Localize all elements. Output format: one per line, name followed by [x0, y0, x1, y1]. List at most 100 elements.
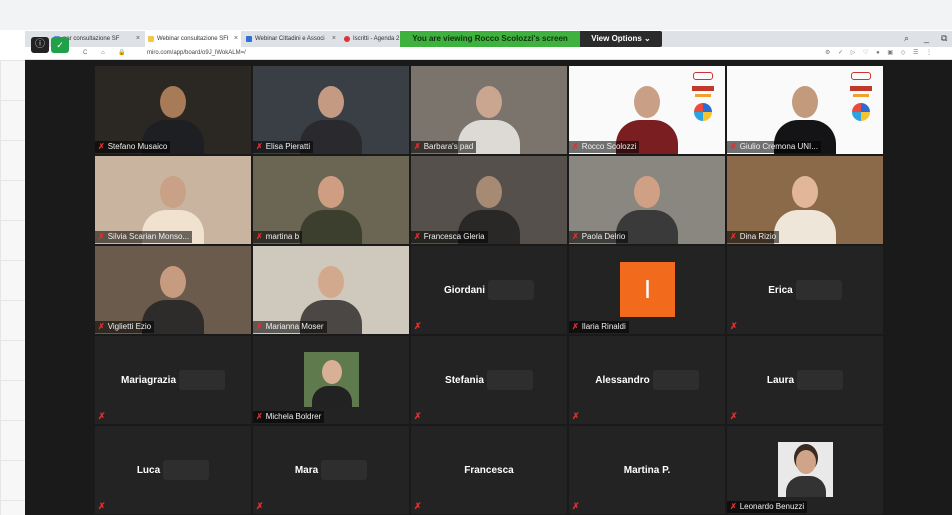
tab-label: Webinar consultazione SFI: [157, 36, 229, 42]
participant-tile[interactable]: Mara ✗: [253, 426, 409, 514]
mic-muted-icon: ✗: [98, 232, 105, 241]
url-text[interactable]: miro.com/app/board/o9J_lWokALM=/: [147, 47, 246, 59]
participant-name-tag: ✗ Dina Rizio: [727, 231, 780, 243]
participant-name: Stefania: [445, 374, 484, 386]
participant-name: Barbara's pad: [423, 142, 474, 151]
mic-muted-icon: ✗: [98, 322, 105, 331]
restore-icon[interactable]: ⧉: [941, 33, 947, 44]
participant-tile[interactable]: Giordani ✗: [411, 246, 567, 334]
avatar: I: [620, 262, 675, 317]
face: [792, 86, 818, 118]
participant-display-name: Mariagrazia: [95, 336, 251, 424]
participant-tile[interactable]: ✗ Viglietti Ezio: [95, 246, 251, 334]
mic-muted-icon: ✗: [730, 411, 738, 421]
tab-favicon: [344, 36, 350, 42]
avatar: [778, 442, 833, 497]
participant-display-name: Stefania: [411, 336, 567, 424]
participant-tile[interactable]: ✗ Francesca Gleria: [411, 156, 567, 244]
participant-name-tag: ✗ Marianna Moser: [253, 321, 327, 333]
torso: [312, 386, 352, 407]
participant-display-name: Alessandro: [569, 336, 725, 424]
desktop-top-area: [0, 0, 952, 30]
participant-name-tag: ✗ Francesca Gleria: [411, 231, 488, 243]
close-icon[interactable]: ×: [332, 31, 336, 47]
participant-display-name: Martina P.: [569, 426, 725, 514]
participant-name-tag: ✗ Ilaria Rinaldi: [569, 321, 629, 333]
participant-tile[interactable]: Laura ✗: [727, 336, 883, 424]
mic-muted-icon: ✗: [572, 142, 579, 151]
participant-tile[interactable]: ✗ Giulio Cremona UNI...: [727, 66, 883, 154]
tab-label: Webinar Cittadini e Associ: [255, 36, 325, 42]
participant-tile[interactable]: Erica ✗: [727, 246, 883, 334]
participant-name-tag: ✗ Silvia Scarian Monso...: [95, 231, 193, 243]
face: [160, 176, 186, 208]
close-icon[interactable]: ×: [136, 31, 140, 47]
mic-muted-icon: ✗: [414, 411, 422, 421]
participant-display-name: Laura: [727, 336, 883, 424]
participant-tile[interactable]: ✗ Barbara's pad: [411, 66, 567, 154]
participant-name: Elisa Pieratti: [265, 142, 311, 151]
participant-tile[interactable]: ✗ Dina Rizio: [727, 156, 883, 244]
participant-tile[interactable]: Martina P. ✗: [569, 426, 725, 514]
participant-tile[interactable]: ✗ Leonardo Benuzzi: [727, 426, 883, 514]
address-bar[interactable]: C ⌂ 🔒 miro.com/app/board/o9J_lWokALM=/ ⚙…: [25, 47, 952, 60]
participant-name: Luca: [136, 464, 161, 476]
participant-name: Erica: [768, 284, 793, 296]
face: [318, 176, 344, 208]
participant-name: Francesca: [464, 464, 514, 476]
extension-icons[interactable]: ⚙ ✓ ▷ ♡ ● ▣ ◇ ☰ ⋮: [825, 47, 935, 59]
participant-tile[interactable]: Mariagrazia ✗: [95, 336, 251, 424]
mic-muted-icon: ✗: [730, 142, 737, 151]
torso: [774, 210, 836, 244]
participant-name: Giulio Cremona UNI...: [739, 142, 818, 151]
nav-buttons[interactable]: C ⌂ 🔒: [83, 47, 132, 59]
participant-name: Silvia Scarian Monso...: [107, 232, 190, 241]
share-status-text: You are viewing Rocco Scolozzi's screen: [400, 31, 580, 47]
participant-tile[interactable]: ✗ Elisa Pieratti: [253, 66, 409, 154]
zoom-info-icon[interactable]: ⓘ: [31, 37, 49, 53]
participant-tile[interactable]: Stefania ✗: [411, 336, 567, 424]
minimize-icon[interactable]: _: [924, 33, 929, 43]
participant-tile[interactable]: ✗ Stefano Musaico: [95, 66, 251, 154]
close-icon[interactable]: ×: [234, 31, 238, 47]
browser-tab-3[interactable]: Webinar Cittadini e Associ ×: [243, 31, 339, 47]
participant-tile[interactable]: Francesca ✗: [411, 426, 567, 514]
participant-tile[interactable]: ✗ Marianna Moser: [253, 246, 409, 334]
video-gallery: ✗ Stefano Musaico ✗ Elisa Pieratti ✗ Barbara'…: [25, 60, 952, 515]
participant-display-name: Francesca: [411, 426, 567, 514]
mic-muted-icon: ✗: [414, 232, 421, 241]
redacted-surname: [321, 460, 368, 480]
mic-muted-icon: ✗: [572, 322, 579, 331]
mic-muted-icon: ✗: [414, 142, 421, 151]
view-options-button[interactable]: View Options ⌄: [580, 31, 662, 47]
redacted-surname: [488, 280, 535, 300]
screen-share-banner: You are viewing Rocco Scolozzi's screen …: [400, 31, 662, 47]
avatar: [304, 352, 359, 407]
participant-name-tag: ✗ Michela Boldrer: [253, 411, 325, 423]
face: [318, 266, 344, 298]
participant-name: Ilaria Rinaldi: [581, 322, 626, 331]
participant-tile[interactable]: ✗ martina b: [253, 156, 409, 244]
mic-muted-icon: ✗: [256, 142, 263, 151]
participant-tile[interactable]: Alessandro ✗: [569, 336, 725, 424]
participant-tile[interactable]: ✗ Paola Delrio: [569, 156, 725, 244]
mic-muted-icon: ✗: [730, 321, 738, 331]
participant-tile[interactable]: Luca ✗: [95, 426, 251, 514]
face: [634, 86, 660, 118]
participant-name-tag: ✗ Elisa Pieratti: [253, 141, 314, 153]
participant-name-tag: ✗ Leonardo Benuzzi: [727, 501, 808, 513]
participant-tile[interactable]: I ✗ Ilaria Rinaldi: [569, 246, 725, 334]
redacted-surname: [486, 370, 533, 390]
mic-muted-icon: ✗: [256, 501, 264, 511]
search-icon[interactable]: ⌕: [904, 33, 909, 44]
browser-tab-2[interactable]: Webinar consultazione SFI ×: [145, 31, 241, 47]
participant-figure: [296, 164, 366, 244]
tab-favicon: [148, 36, 154, 42]
participant-name-tag: ✗ Stefano Musaico: [95, 141, 171, 153]
shield-icon[interactable]: ✓: [51, 37, 69, 53]
participant-name: Leonardo Benuzzi: [739, 502, 805, 511]
participant-tile[interactable]: ✗ Michela Boldrer: [253, 336, 409, 424]
participant-tile[interactable]: ✗ Silvia Scarian Monso...: [95, 156, 251, 244]
participant-tile[interactable]: ✗ Rocco Scolozzi: [569, 66, 725, 154]
participant-display-name: Luca: [95, 426, 251, 514]
